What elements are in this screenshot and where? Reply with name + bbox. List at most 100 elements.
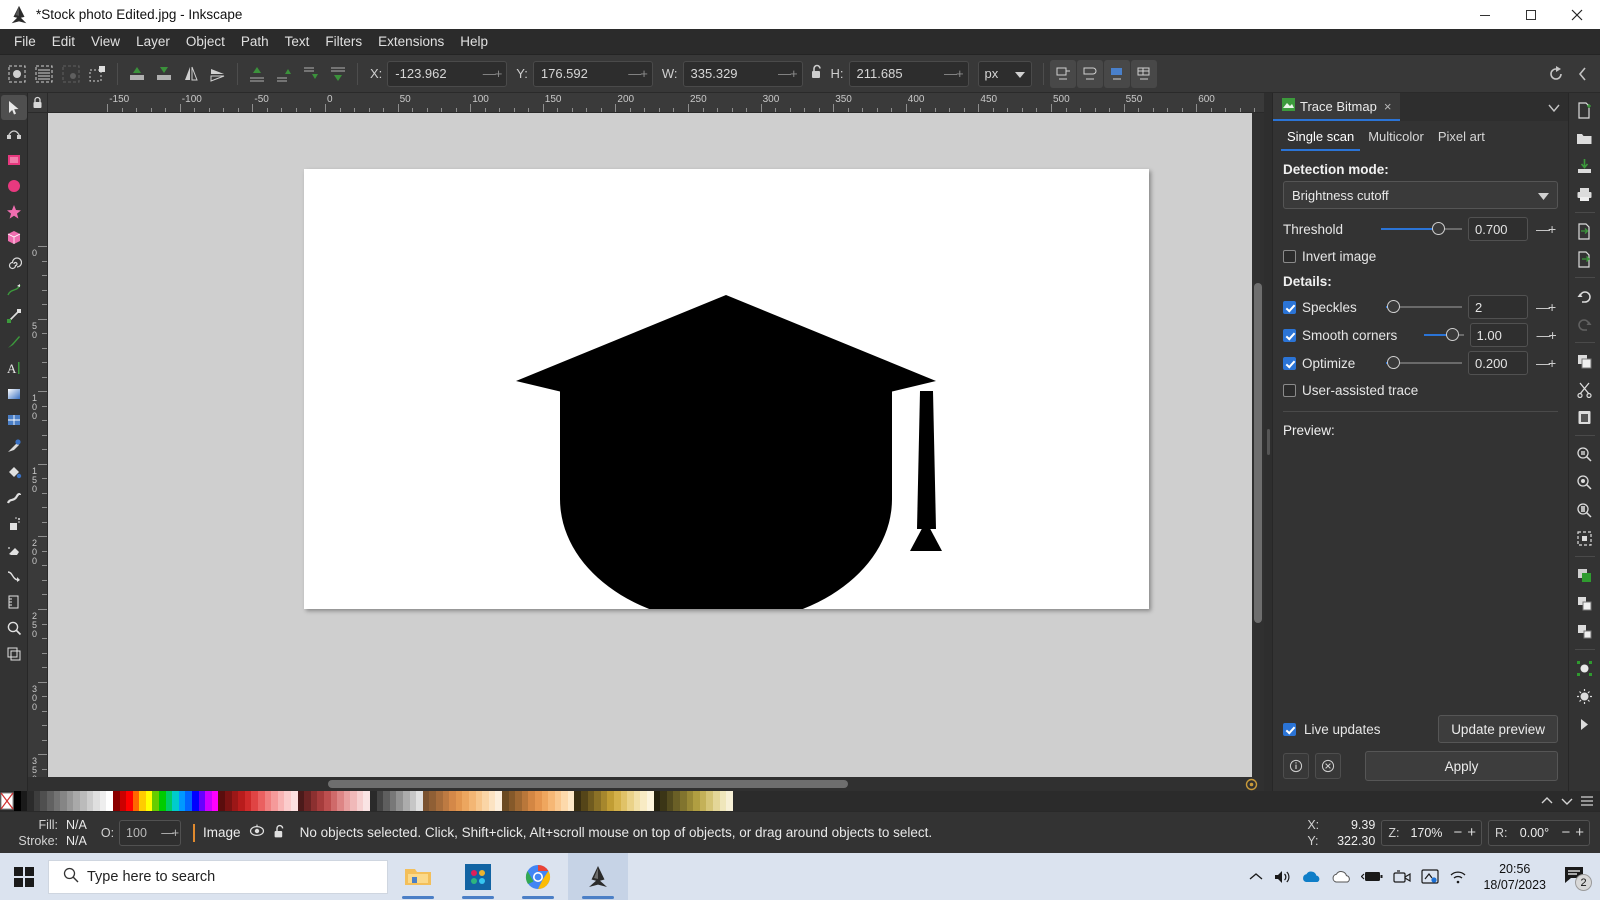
- palette-swatch[interactable]: [363, 791, 370, 811]
- no-color-icon[interactable]: [0, 791, 14, 811]
- object-properties-icon[interactable]: [1571, 655, 1599, 681]
- opacity-input[interactable]: 100 —+: [119, 820, 181, 846]
- paste-icon[interactable]: [1571, 404, 1599, 430]
- palette-swatch[interactable]: [667, 791, 674, 811]
- palette-swatch[interactable]: [337, 791, 344, 811]
- eraser-tool[interactable]: [1, 537, 27, 562]
- rotation-increase-button[interactable]: +: [1575, 824, 1585, 841]
- palette-swatch[interactable]: [654, 791, 661, 811]
- palette-swatch[interactable]: [370, 791, 377, 811]
- rectangle-tool[interactable]: [1, 147, 27, 172]
- threshold-input[interactable]: 0.700: [1468, 217, 1528, 241]
- transform-stroke-icon[interactable]: [1050, 60, 1076, 88]
- palette-swatch[interactable]: [515, 791, 522, 811]
- palette-swatch[interactable]: [706, 791, 713, 811]
- palette-swatch[interactable]: [205, 791, 212, 811]
- palette-swatch[interactable]: [594, 791, 601, 811]
- threshold-stepper[interactable]: —+: [1534, 221, 1558, 237]
- palette-swatch[interactable]: [93, 791, 100, 811]
- palette-swatch[interactable]: [159, 791, 166, 811]
- search-input[interactable]: Type here to search: [48, 860, 388, 894]
- horizontal-scrollbar[interactable]: [28, 777, 1264, 791]
- taskbar-clock[interactable]: 20:56 18/07/2023: [1477, 861, 1552, 893]
- measure-tool[interactable]: [1, 589, 27, 614]
- cloud-icon[interactable]: [1331, 870, 1351, 884]
- apply-button[interactable]: Apply: [1365, 751, 1558, 781]
- transform-patterns-icon[interactable]: [1131, 60, 1157, 88]
- export-icon[interactable]: [1571, 246, 1599, 272]
- live-updates-checkbox[interactable]: [1283, 723, 1296, 736]
- redo-icon[interactable]: [1571, 311, 1599, 337]
- smooth-corners-stepper[interactable]: —+: [1534, 327, 1558, 343]
- palette-swatch[interactable]: [238, 791, 245, 811]
- bezier-tool[interactable]: [1, 303, 27, 328]
- lock-open-icon[interactable]: [273, 824, 286, 842]
- panel-splitter[interactable]: [1264, 93, 1272, 791]
- vertical-scrollbar[interactable]: [1252, 113, 1264, 777]
- battery-icon[interactable]: [1361, 870, 1383, 883]
- palette-swatch[interactable]: [14, 791, 21, 811]
- palette-swatch[interactable]: [456, 791, 463, 811]
- text-tool[interactable]: A: [1, 355, 27, 380]
- palette-swatch[interactable]: [40, 791, 47, 811]
- palette-swatch[interactable]: [423, 791, 430, 811]
- 3dbox-tool[interactable]: [1, 225, 27, 250]
- palette-swatch[interactable]: [581, 791, 588, 811]
- palette-swatch[interactable]: [357, 791, 364, 811]
- palette-swatch[interactable]: [225, 791, 232, 811]
- menu-layer[interactable]: Layer: [128, 31, 178, 52]
- group-icon[interactable]: [1571, 590, 1599, 616]
- palette-swatch[interactable]: [495, 791, 502, 811]
- save-document-icon[interactable]: [1571, 153, 1599, 179]
- zoom-tool[interactable]: [1, 615, 27, 640]
- palette-swatch[interactable]: [528, 791, 535, 811]
- palette-swatch[interactable]: [284, 791, 291, 811]
- dropper-tool[interactable]: [1, 433, 27, 458]
- y-input[interactable]: 176.592 —+: [533, 61, 653, 87]
- document-page[interactable]: [304, 169, 1149, 609]
- palette-swatch[interactable]: [106, 791, 113, 811]
- slack-icon[interactable]: [448, 853, 508, 900]
- layer-indicator[interactable]: Image: [193, 824, 294, 842]
- palette-swatch[interactable]: [482, 791, 489, 811]
- vertical-ruler[interactable]: 050100150200250300350: [28, 113, 48, 777]
- speckles-checkbox[interactable]: [1283, 301, 1296, 314]
- palette-swatch[interactable]: [54, 791, 61, 811]
- subtab-multicolor[interactable]: Multicolor: [1362, 126, 1430, 151]
- palette-swatch[interactable]: [311, 791, 318, 811]
- chevron-down-icon[interactable]: [1540, 100, 1568, 115]
- palette-swatch[interactable]: [251, 791, 258, 811]
- chevron-left-icon[interactable]: [1570, 60, 1596, 88]
- open-document-icon[interactable]: [1571, 125, 1599, 151]
- update-preview-button[interactable]: Update preview: [1438, 715, 1558, 743]
- new-document-icon[interactable]: [1571, 97, 1599, 123]
- palette-swatch[interactable]: [291, 791, 298, 811]
- palette-swatch[interactable]: [449, 791, 456, 811]
- reset-icon[interactable]: [1315, 753, 1341, 779]
- optimize-input[interactable]: 0.200: [1468, 351, 1528, 375]
- palette-swatch[interactable]: [713, 791, 720, 811]
- chrome-icon[interactable]: [508, 853, 568, 900]
- reset-transform-icon[interactable]: [1543, 60, 1569, 88]
- menu-file[interactable]: File: [6, 31, 44, 52]
- screenshot-icon[interactable]: [1421, 869, 1439, 884]
- palette-swatch[interactable]: [476, 791, 483, 811]
- palette-swatch[interactable]: [304, 791, 311, 811]
- palette-swatch[interactable]: [120, 791, 127, 811]
- lock-open-icon[interactable]: [810, 64, 824, 83]
- raise-icon[interactable]: [271, 60, 297, 88]
- palette-swatch[interactable]: [469, 791, 476, 811]
- palette-swatch[interactable]: [489, 791, 496, 811]
- smooth-corners-input[interactable]: 1.00: [1470, 323, 1529, 347]
- palette-swatch[interactable]: [416, 791, 423, 811]
- smooth-corners-checkbox[interactable]: [1283, 329, 1296, 342]
- chevron-down-icon[interactable]: [1558, 792, 1576, 810]
- palette-swatch[interactable]: [673, 791, 680, 811]
- flip-vertical-icon[interactable]: [205, 60, 231, 88]
- maximize-button[interactable]: [1508, 0, 1554, 29]
- palette-swatch[interactable]: [680, 791, 687, 811]
- close-button[interactable]: [1554, 0, 1600, 29]
- menu-text[interactable]: Text: [277, 31, 318, 52]
- palette-swatch[interactable]: [113, 791, 120, 811]
- palette-swatch[interactable]: [390, 791, 397, 811]
